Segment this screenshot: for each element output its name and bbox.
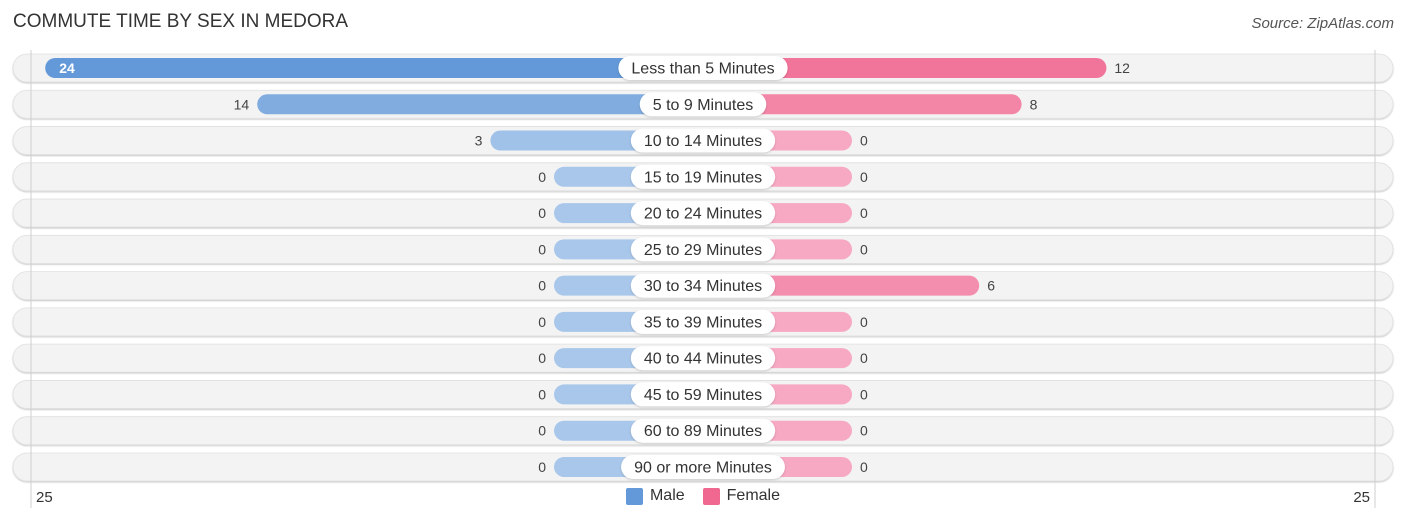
category-label: 5 to 9 Minutes (653, 97, 754, 114)
chart-canvas: 24 12 Less than 5 Minutes 14 8 5 to 9 Minutes… (12, 50, 1394, 508)
legend-swatch-male (625, 487, 643, 505)
value-label-male: 0 (538, 386, 546, 402)
value-label-male: 3 (475, 133, 483, 149)
category-label: 15 to 19 Minutes (644, 169, 762, 186)
value-label-female: 8 (1030, 96, 1038, 112)
category-label: 45 to 59 Minutes (644, 387, 762, 404)
value-label-female: 0 (860, 459, 868, 475)
value-label-female: 0 (860, 205, 868, 221)
value-label-female: 0 (860, 314, 868, 330)
legend-item-female[interactable]: Female (702, 487, 781, 505)
category-label: 35 to 39 Minutes (644, 314, 762, 331)
category-label: 60 to 89 Minutes (644, 423, 762, 440)
value-label-female: 0 (860, 423, 868, 439)
value-label-male: 0 (538, 169, 546, 185)
category-label: 10 to 14 Minutes (644, 133, 762, 150)
value-label-female: 0 (860, 241, 868, 257)
value-label-female: 0 (860, 350, 868, 366)
value-label-male: 0 (538, 423, 546, 439)
value-label-male: 0 (538, 241, 546, 257)
legend-item-male[interactable]: Male (625, 487, 685, 505)
value-label-male: 14 (234, 96, 250, 112)
legend-label-male: Male (649, 487, 685, 504)
bar-male[interactable] (45, 58, 713, 78)
legend: Male Female (0, 487, 1406, 505)
value-label-male: 0 (538, 278, 546, 294)
legend-swatch-female (702, 487, 720, 505)
value-label-female: 0 (860, 133, 868, 149)
category-label: 20 to 24 Minutes (644, 206, 762, 223)
legend-label-female: Female (726, 487, 781, 504)
category-label: 90 or more Minutes (634, 459, 772, 476)
category-label: 30 to 34 Minutes (644, 278, 762, 295)
value-label-male: 0 (538, 350, 546, 366)
category-label: 25 to 29 Minutes (644, 242, 762, 259)
value-label-female: 12 (1114, 60, 1130, 76)
value-label-female: 6 (987, 278, 995, 294)
category-label: Less than 5 Minutes (631, 61, 774, 78)
category-label: 40 to 44 Minutes (644, 351, 762, 368)
value-label-male: 0 (538, 205, 546, 221)
value-label-female: 0 (860, 169, 868, 185)
value-label-male: 0 (538, 459, 546, 475)
value-label-male: 0 (538, 314, 546, 330)
value-label-male: 24 (59, 60, 75, 76)
value-label-female: 0 (860, 386, 868, 402)
